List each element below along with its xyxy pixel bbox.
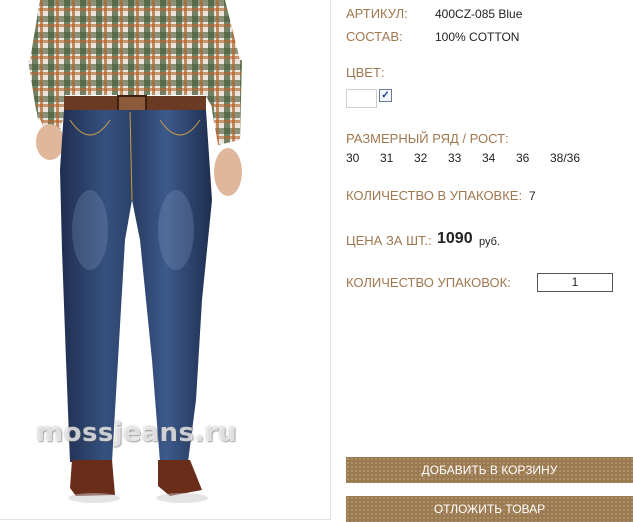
size-item: 34 [482,151,496,165]
color-label: ЦВЕТ: [346,65,385,80]
composition-label: СОСТАВ: [346,29,403,44]
save-item-button[interactable]: ОТЛОЖИТЬ ТОВАР [346,496,633,522]
size-item: 33 [448,151,462,165]
product-photo: mossjeans.ru [0,0,331,520]
size-item: 31 [380,151,394,165]
price-value: 1090 [437,230,473,247]
size-item: 36 [516,151,530,165]
pack-quantity-value: 7 [529,189,536,203]
pack-quantity-label: КОЛИЧЕСТВО В УПАКОВКЕ: [346,188,523,203]
size-item: 38/36 [550,151,581,165]
composition-value: 100% COTTON [435,30,520,44]
packs-count-input[interactable]: 1 [537,273,613,292]
price-currency: руб. [479,236,500,248]
price-label: ЦЕНА ЗА ШТ.: [346,233,432,248]
sizes-label: РАЗМЕРНЫЙ РЯД / РОСТ: [346,131,509,146]
packs-count-label: КОЛИЧЕСТВО УПАКОВОК: [346,275,511,290]
article-value: 400CZ-085 Blue [435,7,523,21]
add-to-cart-button[interactable]: ДОБАВИТЬ В КОРЗИНУ [346,457,633,483]
watermark-text: mossjeans.ru [36,418,238,448]
color-swatch[interactable] [346,89,377,108]
article-label: АРТИКУЛ: [346,6,408,21]
size-item: 32 [414,151,428,165]
size-item: 30 [346,151,360,165]
color-checkbox[interactable]: ✓ [379,89,392,102]
